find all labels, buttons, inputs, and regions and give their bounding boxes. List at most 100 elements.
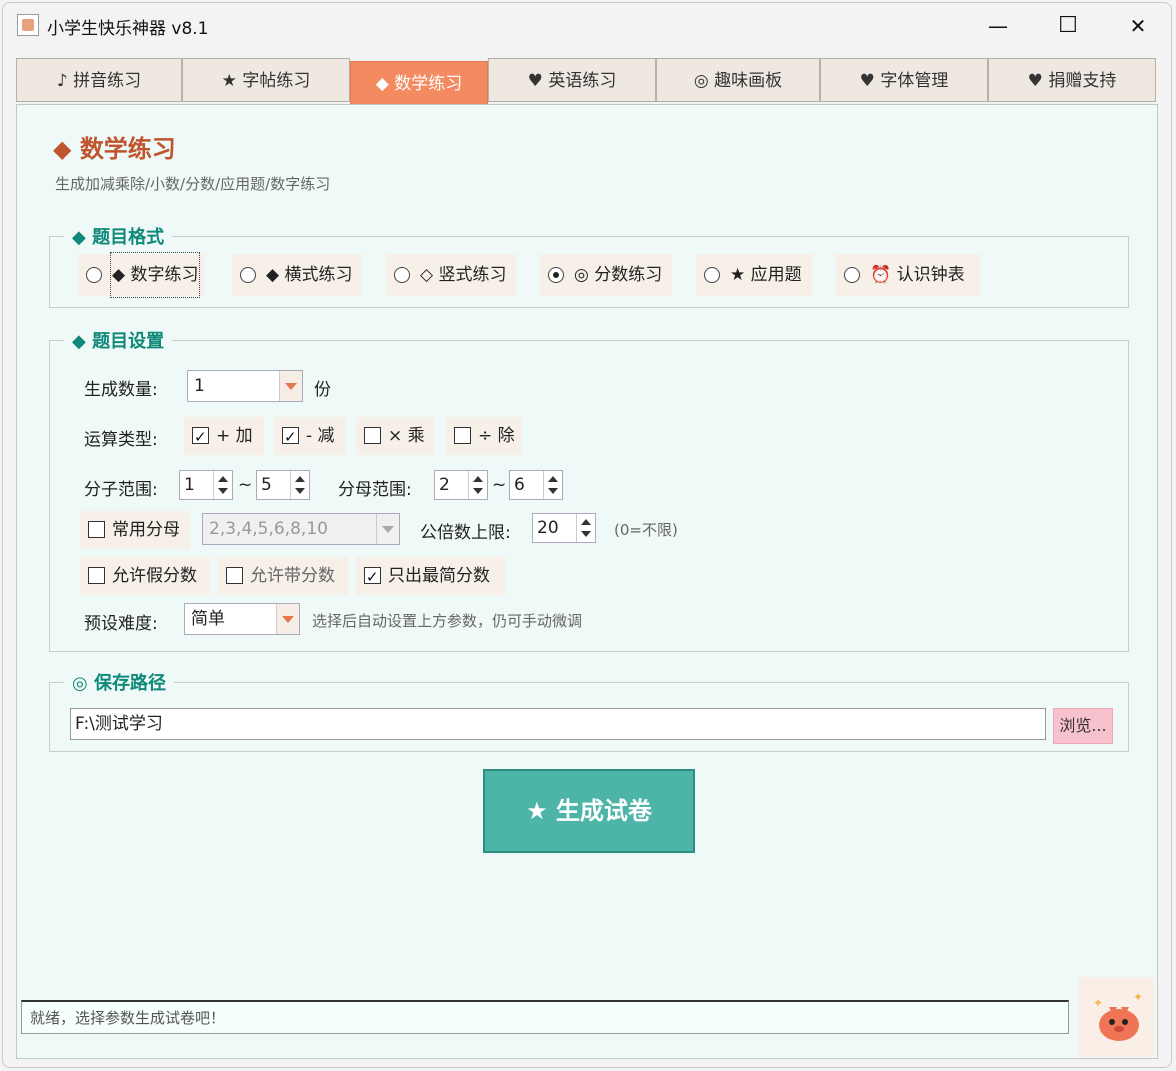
op-label: ÷ 除	[478, 426, 515, 446]
radio-label: ◎ 分数练习	[574, 265, 663, 285]
maximize-button[interactable]: ☐	[1045, 11, 1091, 41]
ops-label: 运算类型:	[84, 430, 158, 450]
tilde: ~	[492, 475, 507, 495]
checkbox[interactable]	[454, 427, 471, 444]
lcm-label: 公倍数上限:	[420, 523, 511, 543]
combo-value: 2,3,4,5,6,8,10	[209, 519, 328, 539]
radio-circle[interactable]	[548, 267, 564, 283]
op-label: + 加	[216, 426, 253, 446]
lcm-hint: (0=不限)	[614, 521, 678, 539]
numerator-max-spinner[interactable]: 5	[256, 470, 310, 500]
denominator-min-spinner[interactable]: 2	[434, 470, 488, 500]
check-label: 允许假分数	[112, 566, 197, 586]
radio-vertical[interactable]: ◇ 竖式练习	[386, 254, 516, 296]
tab-math[interactable]: ◆ 数学练习	[350, 61, 488, 107]
path-group-title: ◎ 保存路径	[64, 669, 174, 695]
status-bar: 就绪，选择参数生成试卷吧！	[21, 1000, 1069, 1034]
tab-pinyin[interactable]: ♪ 拼音练习	[16, 58, 182, 102]
radio-word-problem[interactable]: ★ 应用题	[696, 254, 812, 296]
radio-circle[interactable]	[86, 267, 102, 283]
spinner-arrows-icon[interactable]	[543, 471, 562, 499]
mixed-check[interactable]: 允许带分数	[218, 557, 348, 595]
save-path-input[interactable]: F:\测试学习	[70, 708, 1046, 740]
mascot-icon: ✦ ✦	[1093, 990, 1143, 1041]
checkbox[interactable]	[88, 521, 105, 538]
difficulty-combo[interactable]: 简单	[184, 603, 300, 635]
checkbox[interactable]	[282, 418, 299, 456]
tab-donate[interactable]: ♥ 捐赠支持	[988, 58, 1156, 102]
checkbox[interactable]	[192, 418, 209, 456]
format-group-title: ◆ 题目格式	[64, 223, 173, 249]
tab-drawing[interactable]: ◎ 趣味画板	[656, 58, 820, 102]
common-denominator-check[interactable]: 常用分母	[80, 511, 190, 549]
count-value: 1	[194, 376, 205, 396]
settings-group: ◆ 题目设置 生成数量: 1 份 运算类型: + 加 - 减 × 乘	[49, 327, 1129, 652]
math-panel: ◆ 数学练习 生成加减乘除/小数/分数/应用题/数字练习 ◆ 题目格式 ◆ 数字…	[16, 104, 1158, 1059]
generate-button[interactable]: ★ 生成试卷	[483, 769, 695, 853]
radio-circle[interactable]	[240, 267, 256, 283]
radio-horizontal[interactable]: ◆ 横式练习	[232, 254, 362, 296]
close-button[interactable]: ✕	[1115, 11, 1161, 41]
page-title: ◆ 数学练习	[53, 135, 176, 163]
denominator-max-spinner[interactable]: 6	[509, 470, 563, 500]
browse-button[interactable]: 浏览...	[1053, 708, 1113, 744]
radio-circle[interactable]	[394, 267, 410, 283]
lcm-spinner[interactable]: 20	[532, 513, 596, 543]
tab-copybook[interactable]: ★ 字帖练习	[182, 58, 350, 102]
denominator-label: 分母范围:	[338, 480, 412, 500]
radio-digit-practice[interactable]: ◆ 数字练习	[78, 252, 204, 298]
chevron-down-icon	[376, 514, 399, 544]
radio-circle[interactable]	[704, 267, 720, 283]
svg-text:✦: ✦	[1093, 996, 1103, 1010]
numerator-min-spinner[interactable]: 1	[179, 470, 233, 500]
svg-text:✦: ✦	[1133, 990, 1143, 1004]
simplest-check[interactable]: 只出最简分数	[356, 557, 506, 596]
difficulty-label: 预设难度:	[84, 614, 158, 634]
page-subtitle: 生成加减乘除/小数/分数/应用题/数字练习	[55, 175, 331, 193]
spinner-value: 20	[537, 518, 559, 538]
checkbox[interactable]	[88, 567, 105, 584]
title-bar: 小学生快乐神器 v8.1 — ☐ ✕	[3, 3, 1171, 49]
improper-check[interactable]: 允许假分数	[80, 557, 210, 595]
app-window: 小学生快乐神器 v8.1 — ☐ ✕ ♪ 拼音练习 ★ 字帖练习 ◆ 数学练习 …	[2, 2, 1172, 1068]
spinner-arrows-icon[interactable]	[468, 471, 487, 499]
checkbox[interactable]	[364, 427, 381, 444]
checkbox[interactable]	[226, 567, 243, 584]
tilde: ~	[238, 475, 253, 495]
chevron-down-icon[interactable]	[276, 604, 299, 634]
minimize-button[interactable]: —	[975, 11, 1021, 41]
radio-fraction[interactable]: ◎ 分数练习	[540, 254, 672, 296]
path-group: ◎ 保存路径 F:\测试学习 浏览...	[49, 669, 1129, 752]
op-add[interactable]: + 加	[184, 417, 264, 456]
spinner-arrows-icon[interactable]	[290, 471, 309, 499]
chevron-down-icon[interactable]	[279, 371, 302, 401]
op-divide[interactable]: ÷ 除	[446, 417, 522, 455]
count-unit: 份	[314, 380, 331, 400]
op-subtract[interactable]: - 减	[274, 417, 346, 456]
checkbox[interactable]	[364, 558, 381, 596]
check-label: 只出最简分数	[388, 566, 490, 586]
spinner-arrows-icon[interactable]	[213, 471, 232, 499]
op-label: - 减	[306, 426, 335, 446]
mascot-image: ✦ ✦	[1079, 977, 1155, 1057]
common-denominator-combo: 2,3,4,5,6,8,10	[202, 513, 400, 545]
op-multiply[interactable]: × 乘	[356, 417, 434, 455]
tab-fonts[interactable]: ♥ 字体管理	[820, 58, 988, 102]
spinner-value: 1	[184, 475, 195, 495]
radio-label: ◆ 横式练习	[266, 265, 353, 285]
difficulty-hint: 选择后自动设置上方参数，仍可手动微调	[312, 612, 583, 630]
spinner-value: 6	[514, 475, 525, 495]
radio-label: ◇ 竖式练习	[420, 265, 507, 285]
radio-label: ⏰ 认识钟表	[870, 265, 965, 285]
count-combo[interactable]: 1	[187, 370, 303, 402]
radio-label: ◆ 数字练习	[109, 252, 201, 298]
check-label: 常用分母	[112, 520, 180, 540]
count-label: 生成数量:	[84, 380, 158, 400]
numerator-label: 分子范围:	[84, 480, 158, 500]
tab-english[interactable]: ♥ 英语练习	[488, 58, 656, 102]
radio-clock[interactable]: ⏰ 认识钟表	[836, 254, 980, 296]
spinner-value: 5	[261, 475, 272, 495]
radio-circle[interactable]	[844, 267, 860, 283]
app-icon	[17, 14, 39, 36]
spinner-arrows-icon[interactable]	[576, 514, 595, 542]
